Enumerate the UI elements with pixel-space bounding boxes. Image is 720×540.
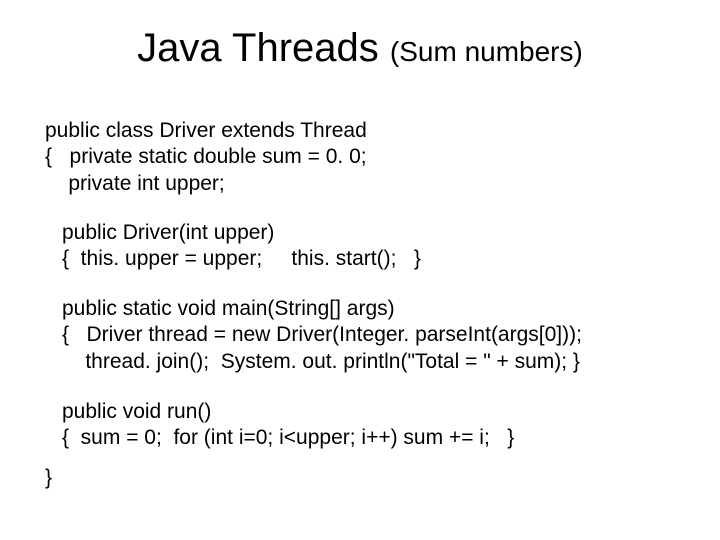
code-block-closing-brace: }: [45, 465, 52, 491]
title-main: Java Threads: [137, 26, 390, 70]
code-block-run: public void run() { sum = 0; for (int i=…: [62, 399, 514, 452]
slide-title: Java Threads (Sum numbers): [0, 26, 720, 71]
code-block-constructor: public Driver(int upper) { this. upper =…: [62, 220, 421, 273]
code-block-main: public static void main(String[] args) {…: [62, 296, 582, 375]
code-block-class-decl: public class Driver extends Thread { pri…: [45, 118, 367, 197]
title-subtitle: (Sum numbers): [390, 36, 583, 67]
